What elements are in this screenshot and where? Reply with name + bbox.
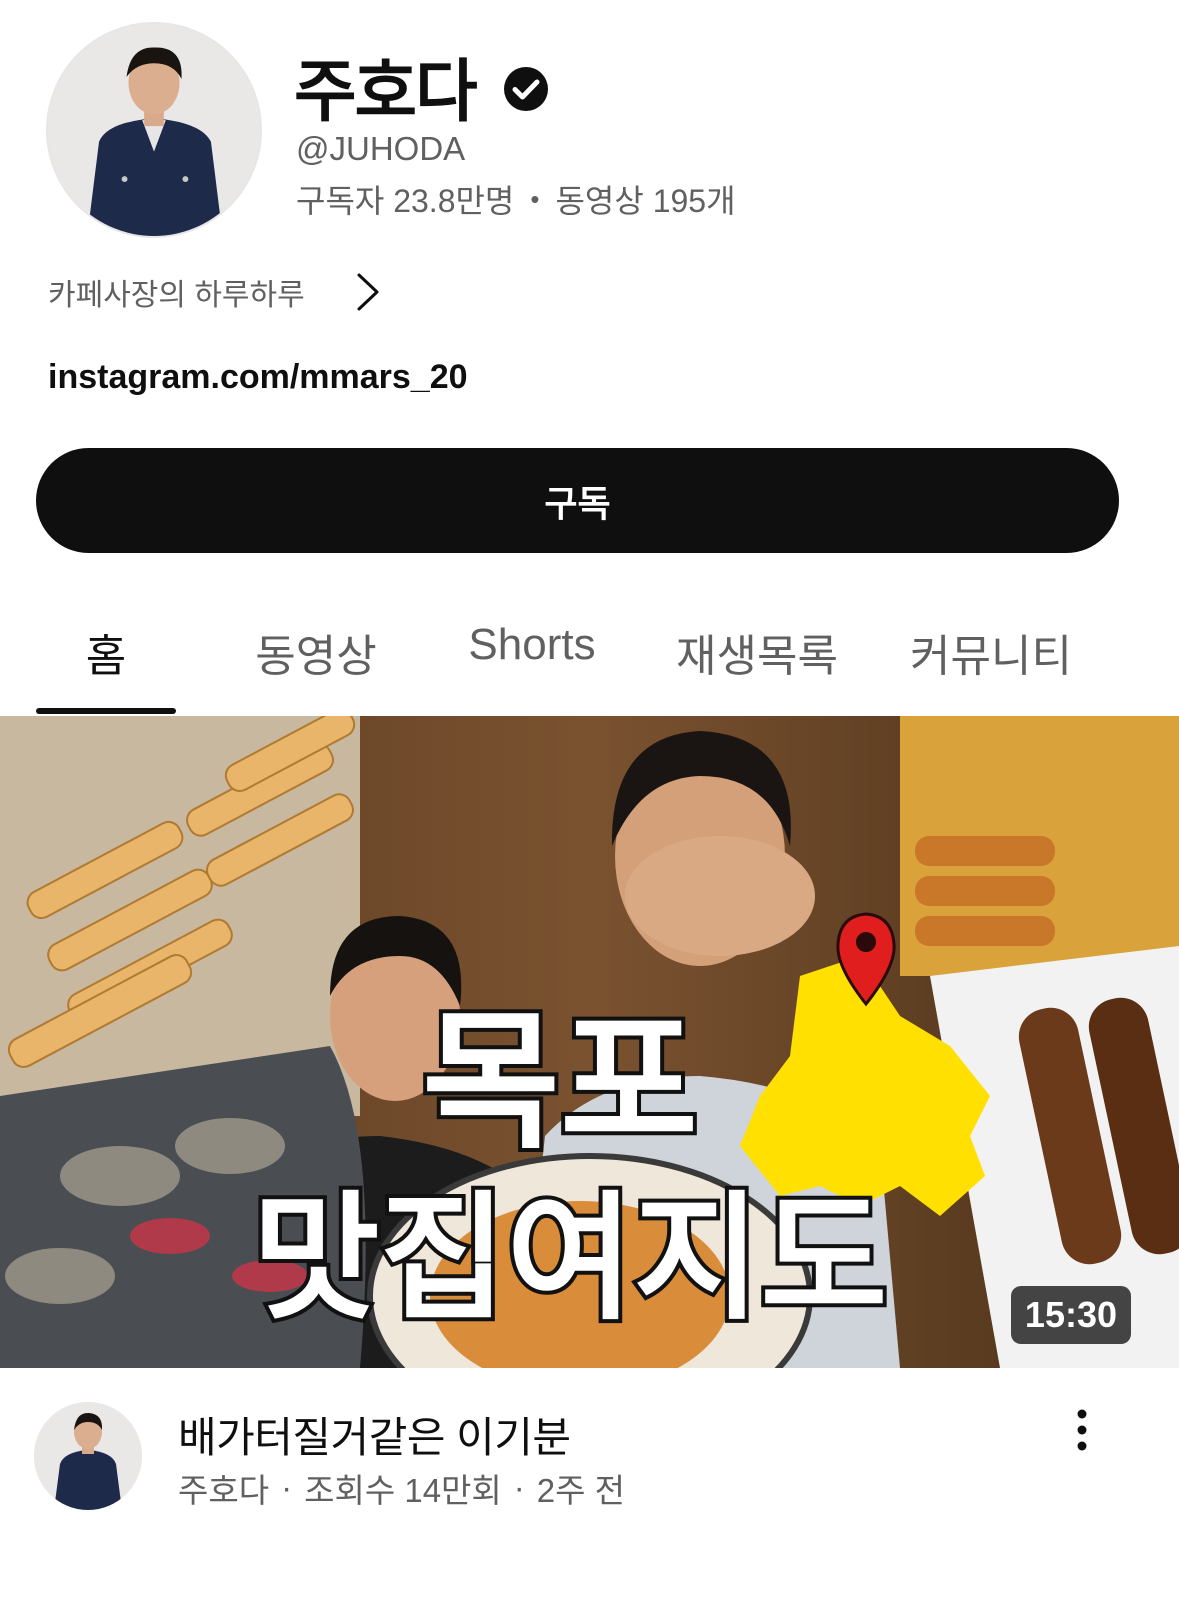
tab-home[interactable]: 홈: [86, 620, 126, 684]
thumbnail-image: 목포 맛집여지도: [0, 716, 1179, 1368]
subscribe-button[interactable]: 구독: [36, 448, 1119, 553]
video-info[interactable]: 배가터질거같은 이기분 주호다 · 조회수 14만회 · 2주 전: [0, 1368, 1179, 1601]
video-title[interactable]: 배가터질거같은 이기분: [178, 1404, 571, 1465]
channel-avatar-image: [48, 24, 260, 236]
channel-link[interactable]: instagram.com/mmars_20: [48, 358, 468, 397]
channel-header: 주호다 @JUHODA 구독자 23.8만명 • 동영상 195개: [0, 0, 1179, 250]
video-views: 조회수 14만회: [304, 1472, 502, 1509]
active-tab-indicator: [36, 708, 176, 714]
video-channel-avatar[interactable]: [34, 1402, 142, 1510]
video-thumbnail[interactable]: 목포 맛집여지도 15:30: [0, 716, 1179, 1368]
channel-description-row[interactable]: 카페사장의 하루하루: [48, 268, 383, 316]
subscriber-count: 구독자 23.8만명: [296, 183, 515, 219]
video-age: 2주 전: [536, 1472, 626, 1509]
stats-separator: •: [530, 183, 540, 214]
video-channel-avatar-image: [34, 1402, 142, 1510]
video-channel-name[interactable]: 주호다: [178, 1464, 269, 1512]
channel-tabs: 홈 동영상 Shorts 재생목록 커뮤니티: [0, 600, 1179, 716]
channel-name: 주호다: [294, 52, 478, 132]
channel-avatar[interactable]: [46, 22, 262, 238]
thumbnail-title-line1: 목포: [422, 996, 698, 1170]
tab-community[interactable]: 커뮤니티: [910, 620, 1072, 684]
tab-playlists[interactable]: 재생목록: [676, 620, 838, 684]
channel-stats: 구독자 23.8만명 • 동영상 195개: [296, 176, 736, 222]
video-count: 동영상 195개: [555, 183, 736, 219]
tab-shorts[interactable]: Shorts: [468, 620, 595, 670]
verified-check-icon: [503, 67, 548, 111]
video-duration-badge: 15:30: [1010, 1286, 1131, 1344]
chevron-right-icon: [357, 273, 379, 311]
channel-description: 카페사장의 하루하루: [48, 279, 305, 312]
thumbnail-title-line2: 맛집여지도: [253, 1178, 888, 1339]
tab-videos[interactable]: 동영상: [255, 620, 376, 684]
channel-name-row: 주호다: [294, 40, 550, 132]
meta-separator: ·: [281, 1469, 293, 1506]
channel-handle: @JUHODA: [296, 130, 466, 167]
video-meta: 주호다 · 조회수 14만회 · 2주 전: [178, 1464, 625, 1512]
meta-separator: ·: [513, 1469, 525, 1506]
more-vert-icon[interactable]: [1064, 1408, 1100, 1452]
